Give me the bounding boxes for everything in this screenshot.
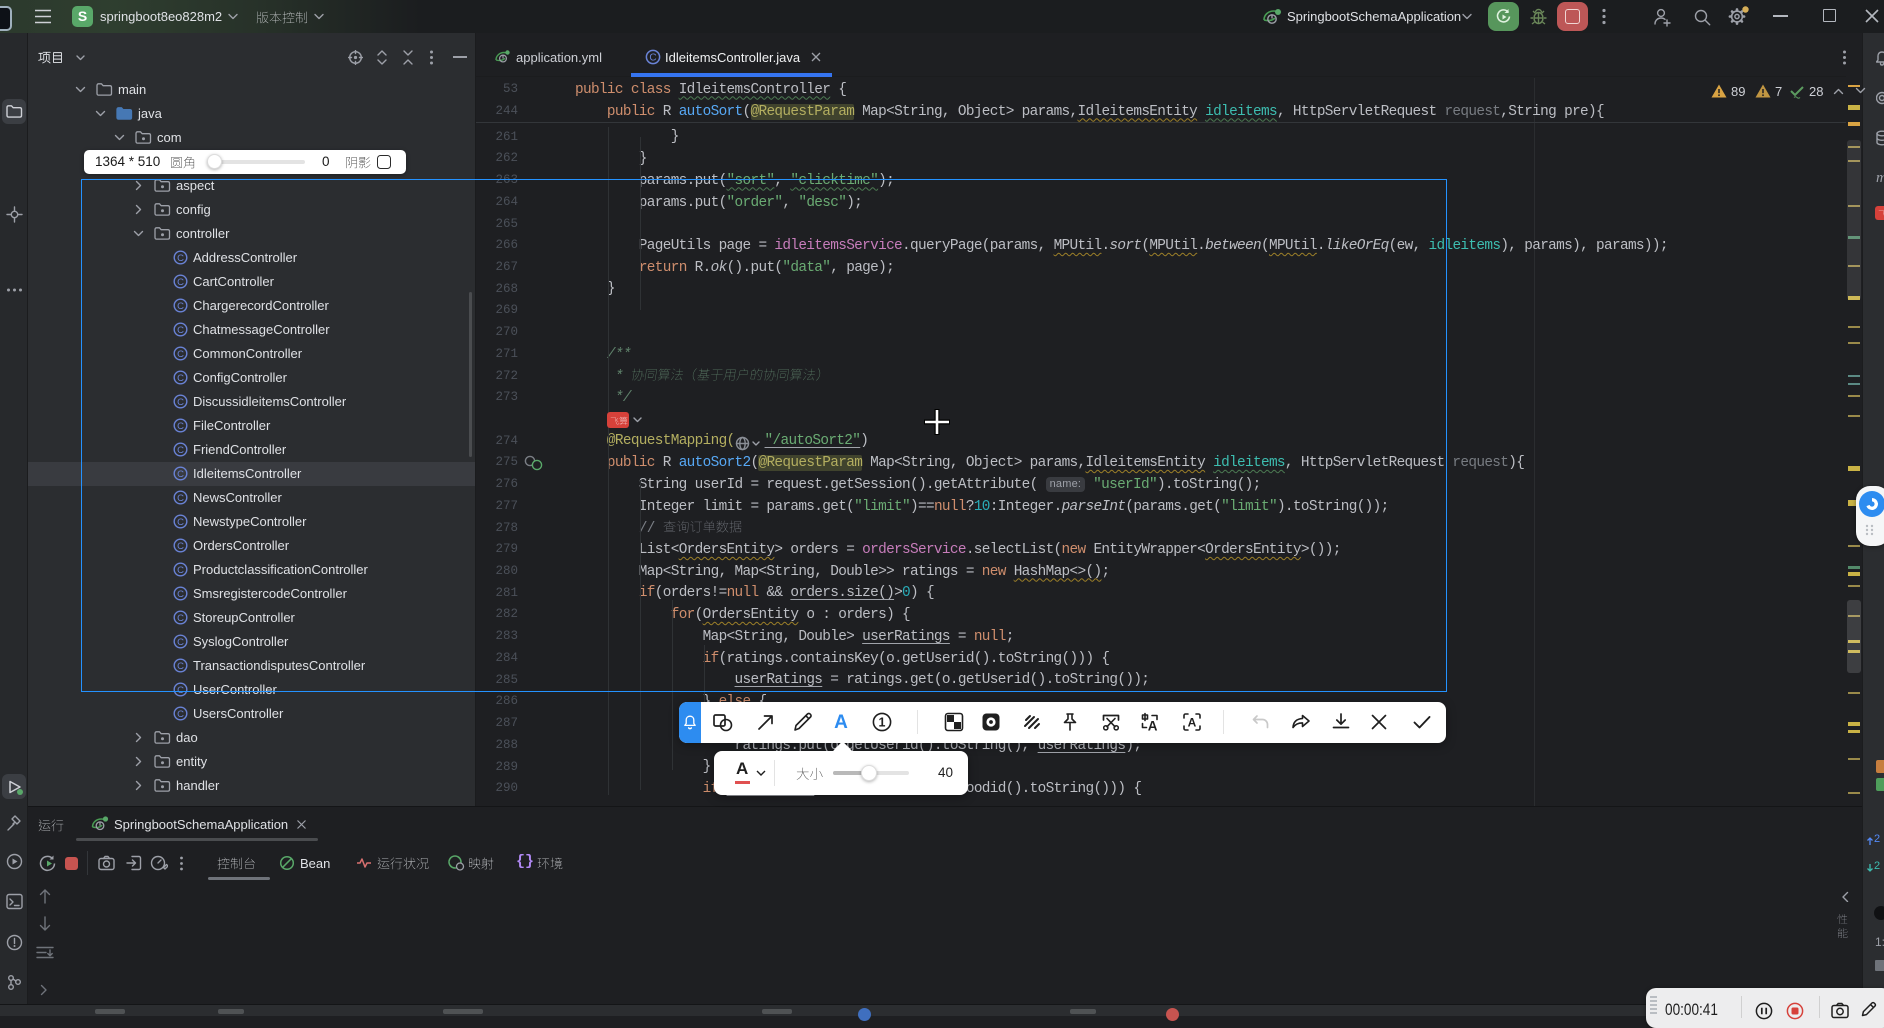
svg-text:A: A (1148, 719, 1158, 734)
svg-text:C: C (177, 709, 184, 720)
svg-text:A: A (834, 712, 848, 733)
svg-text:C: C (649, 53, 656, 64)
svg-text:A: A (1188, 716, 1197, 730)
svg-text:1: 1 (879, 716, 886, 730)
